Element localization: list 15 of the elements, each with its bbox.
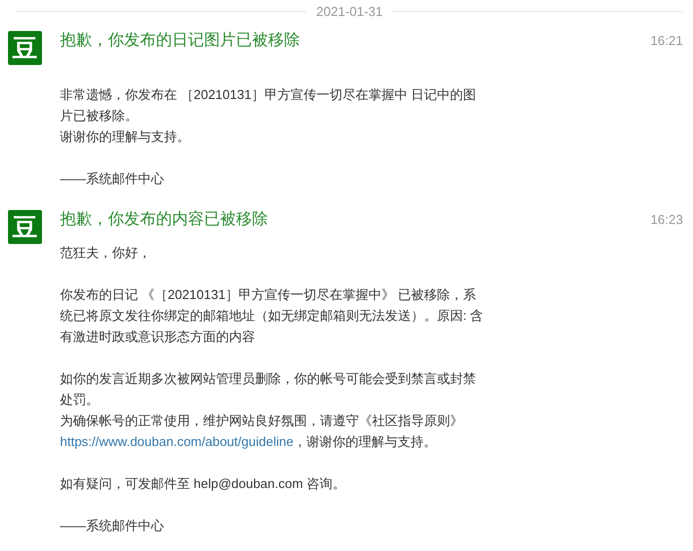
message-paragraph: ——系统邮件中心	[60, 170, 165, 188]
message-paragraph: 非常遗憾，你发布在 ［20210131］甲方宣传一切尽在掌握中 日记中的图 片已被移除。 谢谢你的理解与支持。	[60, 86, 478, 146]
message-paragraph: ——系统邮件中心	[60, 517, 165, 535]
message-paragraph: 范狂夫，你好，	[60, 244, 152, 262]
avatar: 豆	[8, 31, 42, 65]
message-title: 抱歉，你发布的内容已被移除	[60, 210, 269, 230]
guideline-link[interactable]: https://www.douban.com/about/guideline	[60, 434, 294, 449]
message-title: 抱歉，你发布的日记图片已被移除	[60, 31, 301, 51]
message-time: 16:21	[650, 32, 683, 50]
message-paragraph: 你发布的日记 《［20210131］甲方宣传一切尽在掌握中》 已被移除，系 统已将原文发往你绑定的邮箱地址（如无绑定邮箱则无法发送）。原因: 含 有激进时政或意识形态方面的内容	[60, 286, 484, 346]
date-divider: 2021-01-31	[316, 4, 383, 19]
message-paragraph: 如你的发言近期多次被网站管理员删除，你的帐号可能会受到禁言或封禁 处罚。 为确保帐号的正常使用，维护网站良好氛围，请遵守《社区指导原则》 https://www.douban.com/about/guideline，谢谢你的理解与支持。	[60, 370, 477, 451]
avatar: 豆	[8, 210, 42, 244]
message-paragraph: 如有疑问，可发邮件至 help@douban.com 咨询。	[60, 475, 347, 493]
message-time: 16:23	[650, 211, 683, 229]
